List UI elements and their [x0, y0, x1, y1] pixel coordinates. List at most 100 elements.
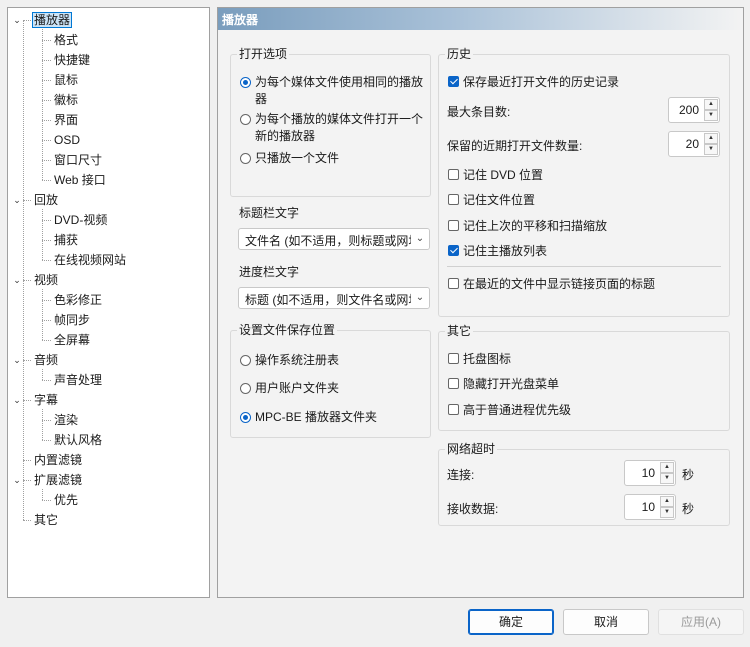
label-user-folder[interactable]: 用户账户文件夹 — [255, 379, 339, 396]
chevron-down-icon: ⌄ — [411, 288, 429, 308]
checkbox-tray-icon[interactable] — [448, 353, 459, 364]
open-options-title: 打开选项 — [237, 46, 290, 62]
checkbox-high-priority[interactable] — [448, 404, 459, 415]
tree-item[interactable]: 界面 — [52, 111, 80, 129]
tree-item[interactable]: 窗口尺寸 — [52, 151, 104, 169]
recent-count-value: 20 — [685, 137, 699, 151]
spin-down-icon[interactable]: ▼ — [660, 507, 674, 518]
tree-category[interactable]: 播放器 — [32, 11, 73, 29]
spin-down-icon[interactable]: ▼ — [704, 144, 718, 155]
tree-item[interactable]: 徽标 — [52, 91, 80, 109]
seekbar-text-label: 进度栏文字 — [239, 265, 300, 279]
tree-item[interactable]: 鼠标 — [52, 71, 80, 89]
radio-single-file[interactable] — [240, 153, 251, 164]
tree-item-label: 帧同步 — [54, 313, 91, 327]
spin-up-icon[interactable]: ▲ — [704, 133, 718, 144]
chevron-down-icon[interactable]: ⌄ — [12, 391, 22, 409]
tree-item[interactable]: 格式 — [52, 31, 80, 49]
tree-item[interactable]: 在线视频网站 — [52, 251, 128, 269]
seekbar-text-select[interactable]: 标题 (如不适用，则文件名或网址) ⌄ — [238, 287, 430, 309]
spin-up-icon[interactable]: ▲ — [660, 462, 674, 473]
tree-connector — [42, 340, 51, 341]
tree-item[interactable]: DVD-视频 — [52, 211, 109, 229]
label-remember-file[interactable]: 记住文件位置 — [463, 191, 535, 208]
tree-item-label: 全屏幕 — [54, 333, 91, 347]
recent-count-spinner[interactable]: 20 ▲ ▼ — [668, 131, 720, 157]
tree-category[interactable]: 回放 — [32, 191, 60, 209]
tree-item-label: 鼠标 — [54, 73, 79, 87]
tree-connector — [42, 369, 43, 380]
radio-same-player[interactable] — [240, 77, 251, 88]
label-same-player-l1[interactable]: 为每个媒体文件使用相同的播放 — [255, 73, 423, 90]
spin-down-icon[interactable]: ▼ — [704, 110, 718, 121]
tree-item[interactable]: 默认风格 — [52, 431, 104, 449]
tree-connector — [23, 20, 31, 21]
checkbox-remember-pan[interactable] — [448, 220, 459, 231]
label-new-player-l2[interactable]: 新的播放器 — [255, 127, 315, 144]
radio-app-folder[interactable] — [240, 412, 251, 423]
titlebar-text-select[interactable]: 文件名 (如不适用，则标题或网址) ⌄ — [238, 228, 430, 250]
connect-timeout-spinner[interactable]: 10 ▲ ▼ — [624, 460, 676, 486]
label-high-priority[interactable]: 高于普通进程优先级 — [463, 401, 571, 418]
label-new-player-l1[interactable]: 为每个播放的媒体文件打开一个 — [255, 110, 423, 127]
chevron-down-icon[interactable]: ⌄ — [12, 271, 22, 289]
receive-spin-buttons: ▲ ▼ — [660, 496, 674, 518]
spin-up-icon[interactable]: ▲ — [704, 99, 718, 110]
ok-button[interactable]: 确定 — [468, 609, 554, 635]
checkbox-keep-recent[interactable] — [448, 76, 459, 87]
label-remember-playlist[interactable]: 记住主播放列表 — [463, 242, 547, 259]
checkbox-remember-dvd[interactable] — [448, 169, 459, 180]
tree-category[interactable]: 音频 — [32, 351, 60, 369]
checkbox-hide-cd-menu[interactable] — [448, 378, 459, 389]
tree-item[interactable]: 渲染 — [52, 411, 80, 429]
chevron-down-icon[interactable]: ⌄ — [12, 11, 22, 29]
receive-timeout-spinner[interactable]: 10 ▲ ▼ — [624, 494, 676, 520]
max-items-value: 200 — [678, 103, 699, 117]
tree-item[interactable]: 优先 — [52, 491, 80, 509]
tree-item[interactable]: 全屏幕 — [52, 331, 92, 349]
label-keep-recent[interactable]: 保存最近打开文件的历史记录 — [463, 73, 619, 90]
spin-down-icon[interactable]: ▼ — [660, 473, 674, 484]
label-remember-dvd[interactable]: 记住 DVD 位置 — [463, 166, 543, 183]
chevron-down-icon[interactable]: ⌄ — [12, 191, 22, 209]
tree-category[interactable]: 视频 — [32, 271, 60, 289]
max-items-spinner[interactable]: 200 ▲ ▼ — [668, 97, 720, 123]
tree-category[interactable]: 内置滤镜 — [32, 451, 84, 469]
tree-item-label: DVD-视频 — [54, 213, 108, 227]
chevron-down-icon[interactable]: ⌄ — [12, 351, 22, 369]
tree-category[interactable]: 字幕 — [32, 391, 60, 409]
tree-item-label: 其它 — [34, 513, 59, 527]
chevron-down-icon[interactable]: ⌄ — [12, 471, 22, 489]
tree-item[interactable]: OSD — [52, 131, 82, 149]
radio-new-player[interactable] — [240, 114, 251, 125]
tree-category[interactable]: 扩展滤镜 — [32, 471, 84, 489]
spin-up-icon[interactable]: ▲ — [660, 496, 674, 507]
checkbox-show-link-title[interactable] — [448, 278, 459, 289]
label-show-link-title[interactable]: 在最近的文件中显示链接页面的标题 — [463, 275, 655, 292]
radio-user-folder[interactable] — [240, 383, 251, 394]
tree-category[interactable]: 其它 — [32, 511, 60, 529]
label-same-player-l2[interactable]: 器 — [255, 90, 267, 107]
label-os-registry[interactable]: 操作系统注册表 — [255, 351, 339, 368]
radio-os-registry[interactable] — [240, 355, 251, 366]
checkbox-remember-playlist[interactable] — [448, 245, 459, 256]
tree-item[interactable]: 色彩修正 — [52, 291, 104, 309]
cancel-button[interactable]: 取消 — [563, 609, 649, 635]
tree-item[interactable]: 声音处理 — [52, 371, 104, 389]
checkbox-remember-file[interactable] — [448, 194, 459, 205]
tree-item[interactable]: Web 接口 — [52, 171, 108, 189]
network-timeout-title: 网络超时 — [445, 441, 498, 457]
settings-tree[interactable]: 播放器 ⌄ 格式快捷键鼠标徽标界面 OSD 窗口尺寸 Web 接口回放 ⌄ DVD-视频捕获在… — [7, 7, 210, 598]
tree-item[interactable]: 帧同步 — [52, 311, 92, 329]
label-tray-icon[interactable]: 托盘图标 — [463, 350, 511, 367]
label-app-folder[interactable]: MPC-BE 播放器文件夹 — [255, 408, 377, 425]
tree-connector — [23, 400, 31, 401]
label-single-file[interactable]: 只播放一个文件 — [255, 149, 339, 166]
history-title: 历史 — [445, 46, 474, 62]
label-remember-pan[interactable]: 记住上次的平移和扫描缩放 — [463, 217, 607, 234]
label-hide-cd-menu[interactable]: 隐藏打开光盘菜单 — [463, 375, 559, 392]
tree-item[interactable]: 快捷键 — [52, 51, 92, 69]
tree-connector — [42, 489, 43, 500]
tree-item[interactable]: 捕获 — [52, 231, 80, 249]
apply-button[interactable]: 应用(A) — [658, 609, 744, 635]
